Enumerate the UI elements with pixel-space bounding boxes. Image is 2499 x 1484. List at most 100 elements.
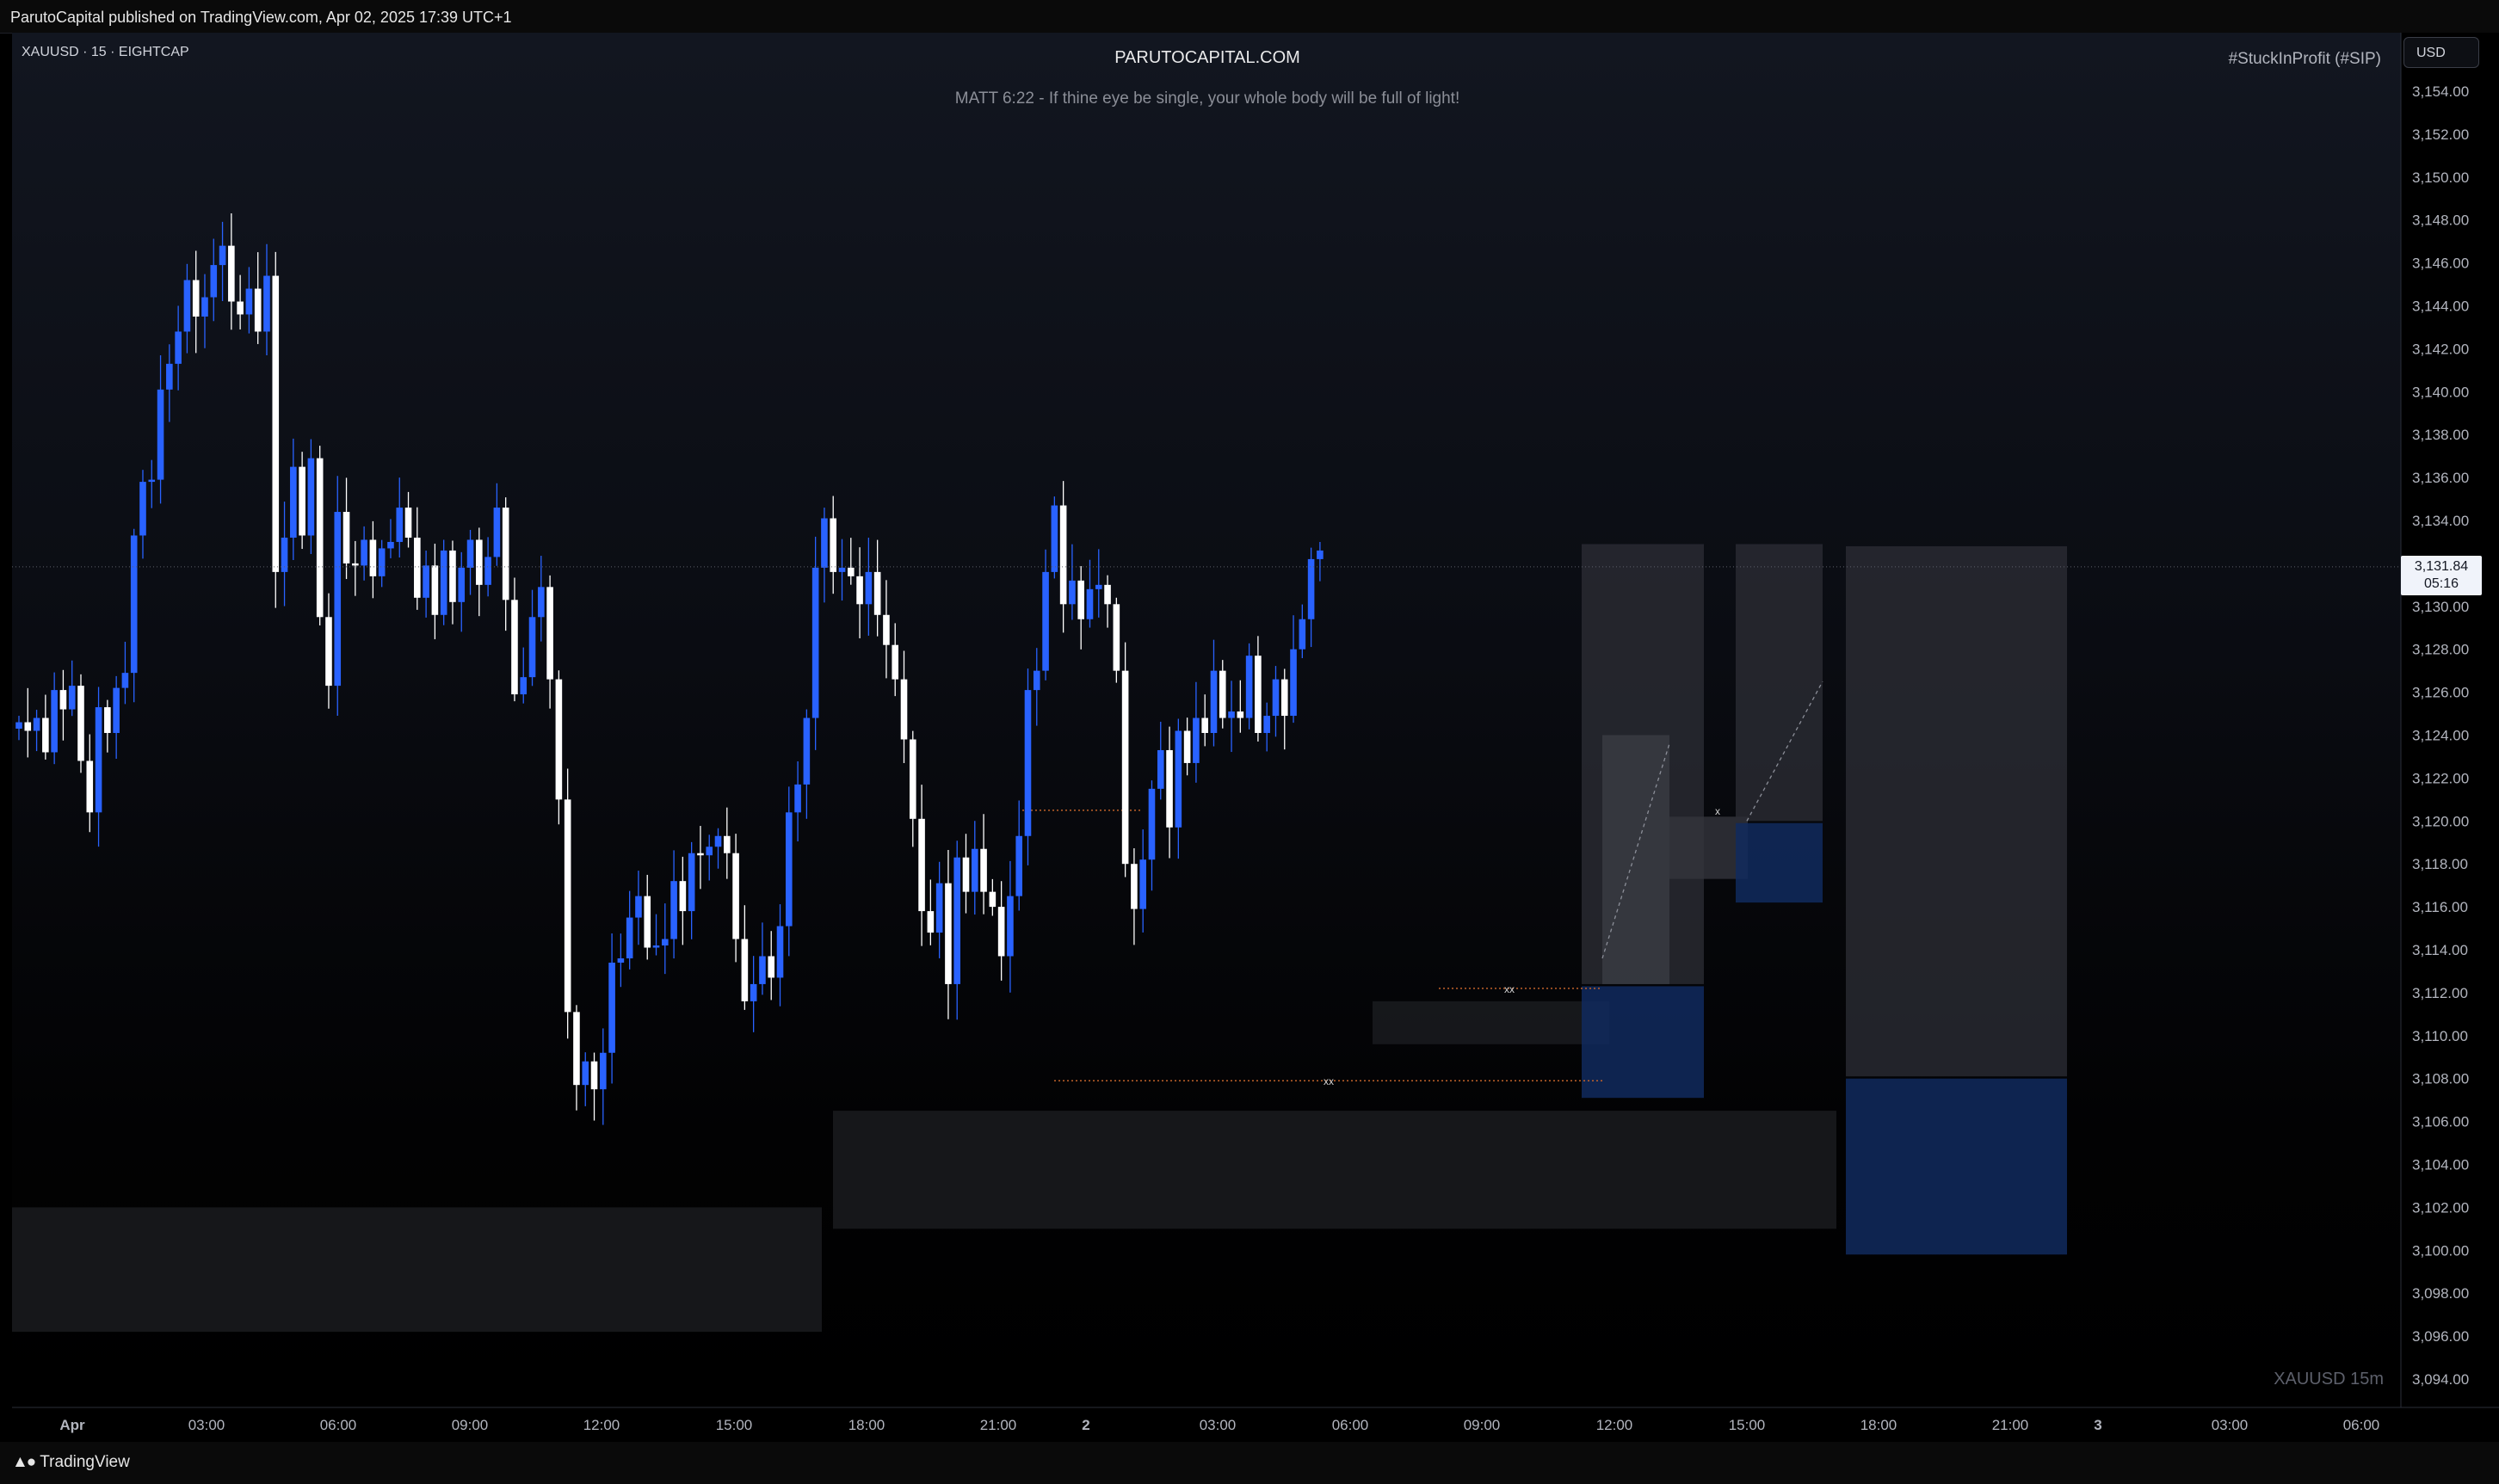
candle	[873, 539, 881, 637]
publish-info: ParutoCapital published on TradingView.c…	[10, 9, 512, 26]
price-tick-label: 3,120.00	[2412, 813, 2469, 829]
candle-body	[980, 848, 987, 892]
time-tick-label: 15:00	[716, 1417, 753, 1433]
candle	[440, 539, 447, 625]
candle	[892, 623, 899, 697]
time-tick-label: 09:00	[452, 1417, 489, 1433]
price-tick-label: 3,106.00	[2412, 1114, 2469, 1130]
symbol-label[interactable]: XAUUSD · 15 · EIGHTCAP	[22, 45, 189, 60]
candle	[811, 536, 819, 750]
candle	[1290, 615, 1297, 724]
candle-body	[909, 739, 916, 819]
candle-body	[440, 550, 447, 615]
price-tick-label: 3,112.00	[2412, 985, 2468, 1001]
price-tick-label: 3,136.00	[2412, 470, 2469, 486]
candle	[219, 221, 226, 301]
currency-button[interactable]: USD	[2403, 37, 2479, 68]
candle	[1077, 566, 1084, 650]
candle-body	[600, 1052, 607, 1090]
candle-body	[1015, 835, 1023, 896]
candle	[183, 263, 191, 354]
price-tick-label: 3,138.00	[2412, 427, 2469, 443]
candle	[502, 497, 509, 631]
candle-body	[803, 717, 811, 785]
time-tick-label: 18:00	[1860, 1417, 1897, 1433]
candle	[1024, 668, 1032, 865]
projection-box-top	[1846, 545, 2067, 1077]
candle	[617, 933, 625, 988]
candle	[511, 577, 518, 702]
candle-body	[175, 331, 182, 364]
candle-body	[927, 911, 935, 933]
candle-body	[662, 939, 669, 946]
time-tick-label: 12:00	[583, 1417, 620, 1433]
candle	[724, 807, 731, 879]
candle-body	[768, 956, 775, 978]
chart-canvas[interactable]: xxxxx 3,154.003,152.003,150.003,148.003,…	[0, 33, 2499, 1442]
level-marker-1: xx	[1504, 983, 1515, 995]
candle-body	[1255, 656, 1262, 734]
candle	[1193, 681, 1200, 783]
candle	[953, 841, 961, 1020]
candle	[210, 238, 218, 322]
candle	[423, 551, 429, 618]
candle-body	[1280, 679, 1288, 717]
candle	[830, 496, 837, 594]
candle-body	[1166, 749, 1173, 828]
candle	[104, 699, 111, 753]
candle-body	[688, 853, 695, 912]
candle-body	[1007, 896, 1014, 957]
candle-body	[564, 799, 571, 1013]
candle-body	[528, 617, 536, 678]
candle-body	[546, 587, 553, 680]
candle-body	[538, 587, 545, 618]
candle	[458, 551, 466, 632]
candle	[856, 547, 863, 638]
candle-body	[971, 848, 978, 892]
candle-body	[387, 541, 394, 549]
candle-body	[1245, 656, 1253, 718]
candle-body	[86, 760, 94, 813]
candle-body	[1077, 580, 1084, 619]
tradingview-icon: ▲●	[12, 1453, 36, 1471]
time-tick-label: 15:00	[1729, 1417, 1766, 1433]
candle	[546, 575, 553, 709]
candle-body	[431, 565, 439, 615]
tradingview-logo[interactable]: ▲● TradingView	[12, 1453, 130, 1472]
candle	[1086, 559, 1094, 628]
candle-body	[1157, 749, 1164, 789]
time-tick-label: 09:00	[1464, 1417, 1501, 1433]
price-tick-label: 3,152.00	[2412, 126, 2469, 143]
candle	[237, 274, 244, 329]
candle	[1113, 597, 1120, 683]
candle	[414, 507, 421, 610]
candle	[785, 786, 793, 957]
position-box-2-bottom	[1736, 822, 1823, 903]
supply-zone-left	[12, 1207, 822, 1333]
brand-title: PARUTOCAPITAL.COM	[1114, 48, 1300, 67]
candle	[768, 931, 775, 1001]
candle-body	[493, 508, 501, 557]
position-box-1-bottom	[1582, 986, 1704, 1099]
candle	[95, 687, 102, 847]
candle	[378, 539, 386, 588]
candle	[484, 537, 491, 597]
candle	[1059, 481, 1067, 633]
candle-body	[369, 539, 377, 576]
candle	[1210, 639, 1218, 747]
candle	[175, 305, 182, 391]
candle-body	[263, 275, 270, 332]
candle-body	[1193, 717, 1200, 763]
candle	[1201, 694, 1208, 747]
candle	[997, 881, 1005, 981]
candle-body	[449, 550, 456, 602]
candle	[528, 589, 536, 687]
candle	[166, 344, 173, 422]
candle-body	[1307, 558, 1315, 619]
candles-layer	[15, 212, 1324, 1125]
candle	[909, 730, 916, 847]
candle-body	[1024, 690, 1032, 836]
candle-body	[466, 539, 474, 568]
candle-body	[378, 548, 386, 576]
candle	[644, 874, 651, 960]
